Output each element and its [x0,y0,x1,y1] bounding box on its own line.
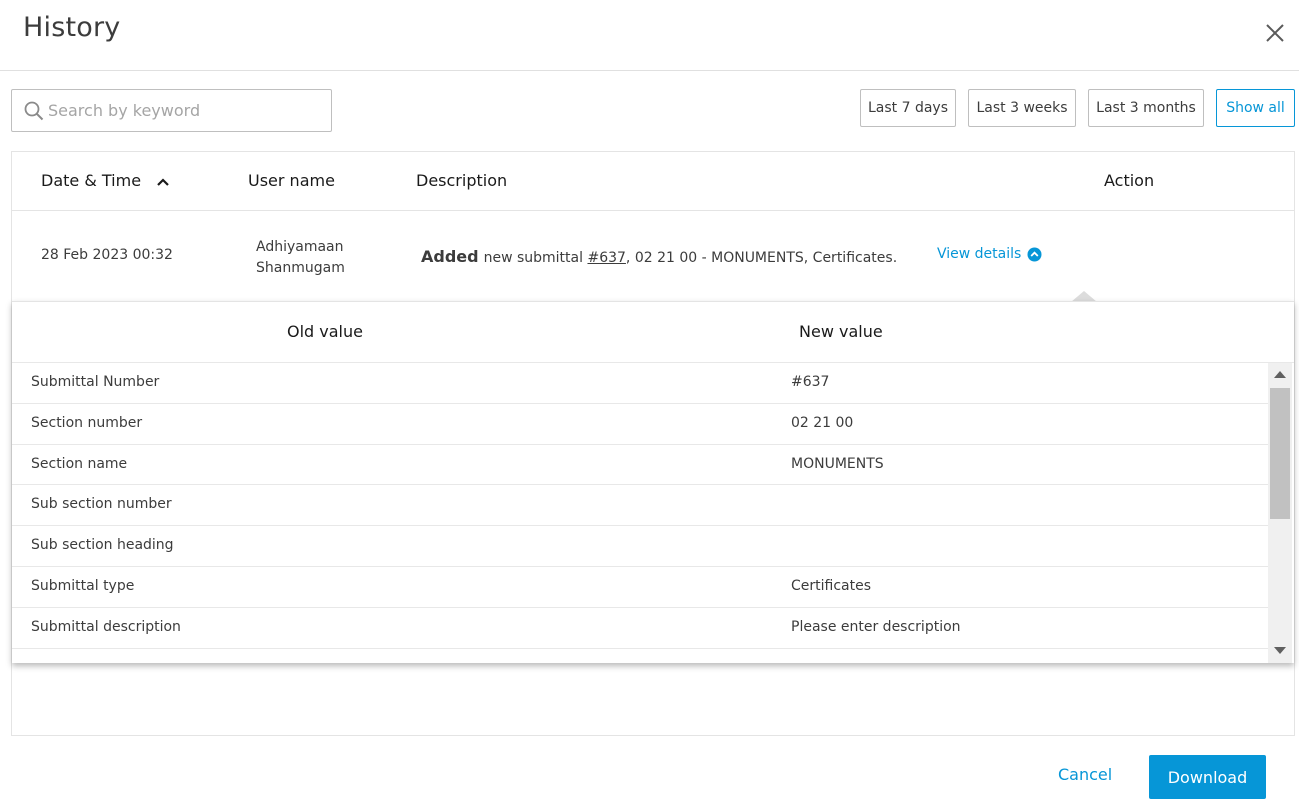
details-row-new-value: MONUMENTS [791,455,884,472]
details-row-new-value: #637 [791,374,830,390]
details-row-new-value: Please enter description [791,618,961,635]
row-user: Adhiyamaan Shanmugam [256,237,345,279]
details-row: Submittal type Certificates [12,567,1268,608]
column-action: Action [1104,171,1155,190]
details-row-new-value: 02 21 00 [791,414,854,431]
details-panel: Old value New value Submittal Number #63… [12,301,1294,663]
details-row: Section name MONUMENTS [12,445,1268,486]
view-details-label: View details [937,246,1022,262]
search-icon [24,101,44,121]
details-row-label: Submittal Number [31,374,160,390]
details-row: Submittal description Please enter descr… [12,608,1268,649]
download-button[interactable]: Download [1149,755,1266,799]
details-header: Old value New value [12,302,1294,363]
search-box [11,89,332,132]
details-list: Submittal Number #637 Section number 02 … [12,363,1268,663]
cancel-button[interactable]: Cancel [1058,765,1112,784]
row-user-first-name: Adhiyamaan [256,239,344,255]
column-user-name: User name [248,171,335,190]
submittal-link[interactable]: #637 [587,250,625,266]
view-details-link[interactable]: View details [937,246,1042,262]
chevron-up-circle-icon [1027,247,1042,261]
search-input[interactable] [48,96,324,125]
filter-last-3-weeks-button[interactable]: Last 3 weeks [968,89,1076,127]
details-row-label: Sub section heading [31,537,174,554]
column-description: Description [416,171,508,190]
details-row-label: Submittal type [31,577,135,594]
table-header: Date & Time User name Description Action [12,152,1294,211]
new-value-header: New value [799,322,883,341]
details-row-label: Sub section number [31,496,172,513]
scroll-down-arrow-icon[interactable] [1274,647,1286,654]
details-row: Submittal Number #637 [12,363,1268,404]
dialog-title: History [23,12,121,43]
row-date: 28 Feb 2023 00:32 [41,247,173,263]
sort-ascending-icon [157,177,169,186]
scrollbar-thumb[interactable] [1270,388,1290,519]
scroll-up-arrow-icon[interactable] [1274,371,1286,378]
column-date-time[interactable]: Date & Time [41,171,170,190]
row-description: Added new submittal #637, 02 21 00 - MONU… [421,247,897,266]
filter-last-7-days-button[interactable]: Last 7 days [860,89,956,127]
close-button[interactable] [1262,20,1288,46]
column-date-time-label: Date & Time [41,171,142,190]
details-row: Section number 02 21 00 [12,404,1268,445]
close-icon [1266,24,1284,42]
filter-show-all-button[interactable]: Show all [1216,89,1295,127]
details-scrollbar[interactable] [1268,363,1292,663]
details-row-label: Section number [31,414,143,431]
details-row: Sub section heading [12,526,1268,567]
details-row-label: Submittal description [31,618,181,635]
row-description-verb: Added [421,247,479,266]
filter-last-3-months-button[interactable]: Last 3 months [1088,89,1204,127]
details-row: Sub section number [12,485,1268,527]
details-row-label: Section name [31,455,128,472]
old-value-header: Old value [287,322,363,341]
table-row: 28 Feb 2023 00:32 Adhiyamaan Shanmugam A… [12,211,1294,301]
row-description-suffix: , 02 21 00 - MONUMENTS, Certificates. [625,250,898,266]
row-description-prefix: new submittal [483,250,588,266]
dialog-header: History [0,0,1299,71]
row-user-last-name: Shanmugam [256,260,345,276]
details-row-new-value: Certificates [791,577,872,594]
